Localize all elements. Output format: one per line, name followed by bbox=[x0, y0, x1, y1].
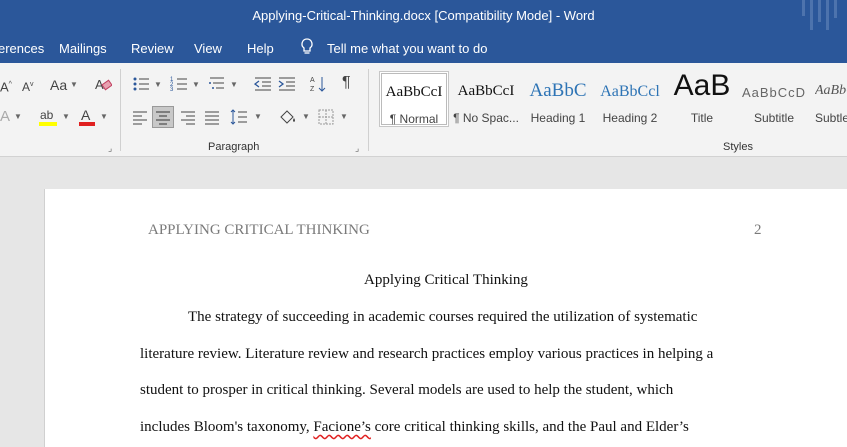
title-decoration bbox=[810, 0, 813, 30]
style-subtle-emphasis[interactable]: AaBbCcl Subtle bbox=[811, 71, 847, 127]
tab-view[interactable]: View bbox=[194, 41, 222, 56]
chevron-down-icon[interactable]: ▼ bbox=[192, 77, 200, 93]
svg-text:3: 3 bbox=[170, 87, 174, 93]
styles-group-label: Styles bbox=[723, 141, 753, 153]
style-normal[interactable]: AaBbCcI ¶ Normal bbox=[379, 71, 449, 127]
title-decoration bbox=[826, 0, 829, 30]
body-text: includes Bloom's taxonomy, bbox=[140, 419, 314, 435]
body-text: core critical thinking skills, and the P… bbox=[370, 419, 689, 435]
spelling-error[interactable]: Facione’s bbox=[313, 419, 371, 435]
title-bar: Applying-Critical-Thinking.docx [Compati… bbox=[0, 0, 847, 33]
window-title: Applying-Critical-Thinking.docx [Compati… bbox=[252, 8, 595, 23]
document-page[interactable]: APPLYING CRITICAL THINKING 2 Applying Cr… bbox=[44, 189, 847, 447]
style-heading-1[interactable]: AaBbC Heading 1 bbox=[523, 71, 593, 127]
ribbon: A^ Av Aa ▼ A A ▼ ab ▼ A ▼ ▼ 123 ▼ ▼ AZ ¶ bbox=[0, 63, 847, 157]
change-case-icon[interactable]: Aa bbox=[50, 77, 67, 93]
chevron-down-icon[interactable]: ▼ bbox=[154, 77, 162, 93]
chevron-down-icon[interactable]: ▼ bbox=[230, 77, 238, 93]
svg-text:A: A bbox=[310, 77, 315, 84]
title-decoration bbox=[818, 0, 821, 22]
clear-formatting-icon[interactable]: A bbox=[94, 75, 113, 96]
chevron-down-icon[interactable]: ▼ bbox=[62, 109, 70, 125]
text-effects-icon[interactable]: A bbox=[0, 109, 10, 125]
chevron-down-icon[interactable]: ▼ bbox=[254, 109, 262, 125]
tab-references[interactable]: erences bbox=[0, 41, 44, 56]
svg-text:Z: Z bbox=[310, 86, 315, 93]
line-spacing-icon[interactable] bbox=[230, 109, 248, 128]
chevron-down-icon[interactable]: ▼ bbox=[100, 109, 108, 125]
bullets-icon[interactable] bbox=[132, 75, 150, 96]
document-heading: Applying Critical Thinking bbox=[364, 272, 528, 288]
group-separator bbox=[120, 69, 121, 151]
tab-mailings[interactable]: Mailings bbox=[59, 41, 107, 56]
font-color-icon[interactable]: A bbox=[78, 107, 96, 130]
paragraph-group-label: Paragraph bbox=[208, 141, 260, 153]
style-subtitle[interactable]: AaBbCcD Subtitle bbox=[739, 71, 809, 127]
font-dialog-launcher-icon[interactable]: ⌟ bbox=[108, 143, 112, 154]
highlight-icon[interactable]: ab bbox=[38, 107, 58, 130]
body-line: includes Bloom's taxonomy, Facione’s cor… bbox=[140, 418, 689, 436]
show-formatting-marks-icon[interactable]: ¶ bbox=[342, 75, 351, 91]
svg-text:A: A bbox=[81, 107, 91, 123]
style-title[interactable]: AaB Title bbox=[667, 69, 737, 127]
decrease-indent-icon[interactable] bbox=[253, 75, 272, 96]
paragraph-dialog-launcher-icon[interactable]: ⌟ bbox=[355, 143, 359, 154]
title-decoration bbox=[834, 0, 837, 18]
running-head: APPLYING CRITICAL THINKING bbox=[148, 222, 370, 238]
style-heading-2[interactable]: AaBbCcl Heading 2 bbox=[595, 71, 665, 127]
chevron-down-icon[interactable]: ▼ bbox=[340, 109, 348, 125]
justify-icon[interactable] bbox=[204, 109, 220, 128]
style-no-spacing[interactable]: AaBbCcI ¶ No Spac... bbox=[451, 71, 521, 127]
body-line: student to prosper in critical thinking.… bbox=[140, 382, 674, 398]
chevron-down-icon[interactable]: ▼ bbox=[70, 77, 78, 93]
grow-font-icon[interactable]: A^ bbox=[0, 77, 12, 95]
tell-me-search[interactable]: Tell me what you want to do bbox=[327, 41, 487, 56]
tab-review[interactable]: Review bbox=[131, 41, 174, 56]
sort-icon[interactable]: AZ bbox=[310, 75, 328, 96]
title-decoration bbox=[802, 0, 805, 16]
body-line: literature review. Literature review and… bbox=[140, 346, 714, 362]
align-left-icon[interactable] bbox=[132, 109, 148, 128]
ribbon-tabs: erences Mailings Review View Help Tell m… bbox=[0, 33, 847, 63]
shading-icon[interactable] bbox=[278, 108, 298, 129]
multilevel-list-icon[interactable] bbox=[208, 75, 226, 96]
chevron-down-icon[interactable]: ▼ bbox=[302, 109, 310, 125]
lightbulb-icon[interactable] bbox=[300, 38, 314, 59]
numbering-icon[interactable]: 123 bbox=[170, 75, 188, 96]
increase-indent-icon[interactable] bbox=[278, 75, 296, 96]
group-separator bbox=[368, 69, 369, 151]
align-right-icon[interactable] bbox=[180, 109, 196, 128]
chevron-down-icon[interactable]: ▼ bbox=[14, 109, 22, 125]
borders-icon[interactable] bbox=[318, 109, 334, 128]
align-center-icon[interactable] bbox=[152, 106, 174, 128]
shrink-font-icon[interactable]: Av bbox=[22, 77, 34, 95]
tab-help[interactable]: Help bbox=[247, 41, 274, 56]
svg-text:ab: ab bbox=[40, 108, 54, 122]
page-number: 2 bbox=[754, 222, 762, 238]
body-line: The strategy of succeeding in academic c… bbox=[188, 309, 698, 325]
